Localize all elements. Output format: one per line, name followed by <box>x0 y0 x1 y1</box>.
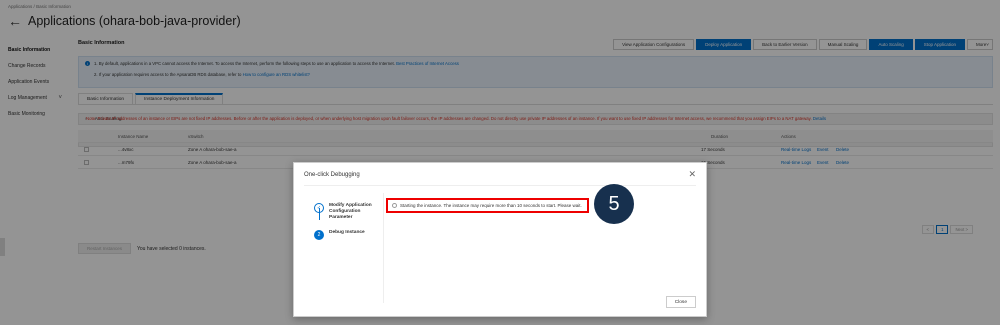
step-connector <box>318 208 320 220</box>
loading-icon <box>392 203 397 208</box>
instance-status-message: Starting the instance. The instance may … <box>386 198 589 213</box>
close-icon[interactable]: ✕ <box>688 169 696 180</box>
dialog-divider <box>304 185 696 186</box>
app-page: Applications / Basic Information ← Appli… <box>0 0 1000 325</box>
step-debug-instance: 2 Debug Instance <box>314 230 385 240</box>
step-modify-config: ✓ Modify Application Configuration Param… <box>314 203 385 221</box>
debug-steps: ✓ Modify Application Configuration Param… <box>304 193 384 303</box>
close-button[interactable]: Close <box>665 296 696 308</box>
step-number-badge: 5 <box>594 184 634 224</box>
step-number: 2 <box>314 230 324 240</box>
one-click-debugging-dialog: One-click Debugging ✕ ✓ Modify Applicati… <box>293 162 707 317</box>
dialog-title: One-click Debugging <box>304 172 360 178</box>
